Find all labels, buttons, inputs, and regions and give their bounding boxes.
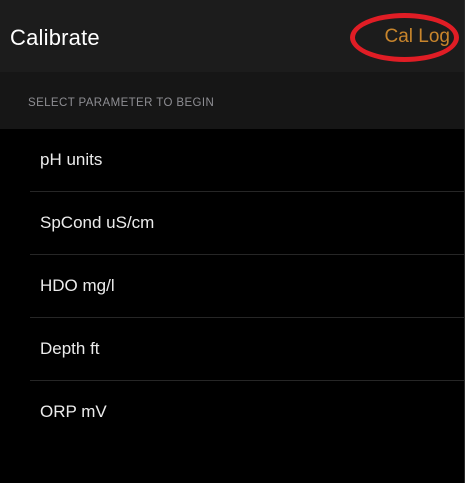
parameter-list: pH units SpCond uS/cm HDO mg/l Depth ft … [0, 129, 464, 444]
parameter-item-ph[interactable]: pH units [0, 129, 464, 192]
calibrate-screen: Calibrate Cal Log SELECT PARAMETER TO BE… [0, 0, 465, 483]
section-header: SELECT PARAMETER TO BEGIN [0, 72, 464, 129]
parameter-item-depth[interactable]: Depth ft [0, 318, 464, 381]
page-title: Calibrate [10, 25, 100, 50]
parameter-item-spcond[interactable]: SpCond uS/cm [0, 192, 464, 255]
parameter-label: HDO mg/l [40, 276, 115, 295]
parameter-label: pH units [40, 150, 103, 169]
parameter-item-hdo[interactable]: HDO mg/l [0, 255, 464, 318]
parameter-label: Depth ft [40, 339, 100, 358]
parameter-item-orp[interactable]: ORP mV [0, 381, 464, 444]
section-header-label: SELECT PARAMETER TO BEGIN [28, 97, 215, 109]
parameter-label: ORP mV [40, 402, 107, 421]
parameter-label: SpCond uS/cm [40, 213, 155, 232]
highlight-circle-annotation [350, 13, 459, 62]
navigation-bar: Calibrate Cal Log [0, 0, 464, 72]
